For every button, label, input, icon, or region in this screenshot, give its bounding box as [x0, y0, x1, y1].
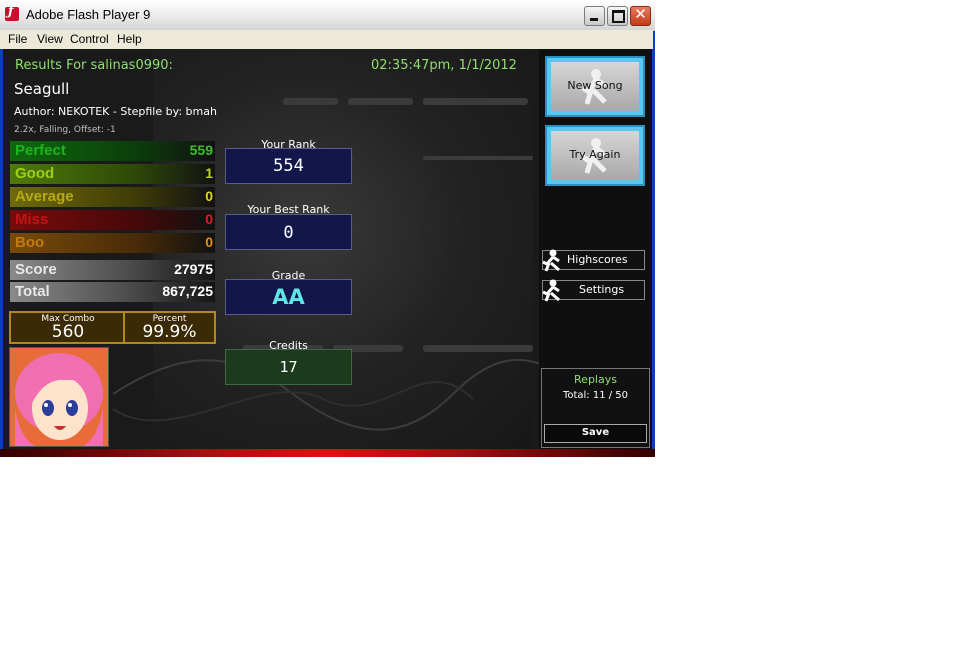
save-replay-button[interactable]: Save: [544, 424, 647, 443]
best-rank-box: 0: [225, 214, 352, 250]
highscores-label: Highscores: [567, 253, 628, 266]
anime-avatar-image: [15, 353, 103, 446]
bg-dash: [423, 98, 528, 105]
maximize-button[interactable]: [607, 6, 628, 26]
judge-label: Average: [15, 188, 74, 205]
your-rank-box: 554: [225, 148, 352, 184]
close-button[interactable]: ✕: [630, 5, 651, 26]
judge-label: Good: [15, 165, 55, 182]
judge-row-perfect: Perfect 559: [10, 141, 215, 161]
judge-label: Perfect: [15, 142, 66, 159]
maximize-icon: [612, 10, 625, 23]
flash-player-window: Adobe Flash Player 9 ✕ File View Control…: [0, 0, 655, 457]
score-value: 27975: [174, 261, 213, 277]
bg-dash: [283, 98, 338, 105]
judge-row-good: Good 1: [10, 164, 215, 184]
credits-box: 17: [225, 349, 352, 385]
judge-value: 0: [205, 234, 213, 250]
percent-value: 99.9%: [142, 322, 197, 342]
dancer-icon: [542, 279, 560, 302]
try-again-button[interactable]: Try Again: [545, 125, 645, 186]
best-rank-value: 0: [283, 223, 294, 243]
author-line: Author: NEKOTEK - Stepfile by: bmah: [14, 105, 217, 118]
new-song-button[interactable]: New Song: [545, 56, 645, 117]
save-replay-label: Save: [581, 427, 610, 438]
avatar: [9, 347, 109, 447]
try-again-button-face: Try Again: [551, 131, 639, 180]
menu-control[interactable]: Control: [70, 32, 109, 46]
judge-row-boo: Boo 0: [10, 233, 215, 253]
song-title: Seagull: [14, 80, 70, 98]
max-combo-value: 560: [51, 322, 85, 342]
credits-value: 17: [279, 358, 298, 376]
dancer-icon: [542, 249, 560, 272]
total-label: Total: [15, 283, 50, 300]
menu-file[interactable]: File: [8, 32, 27, 46]
minimize-button[interactable]: [584, 6, 605, 26]
flash-app-icon: [5, 4, 19, 21]
replays-total: Total: 11 / 50: [562, 390, 629, 401]
percent-box: Percent 99.9%: [123, 311, 216, 344]
judge-value: 0: [205, 188, 213, 204]
try-again-label: Try Again: [569, 148, 621, 161]
total-row: Total 867,725: [10, 282, 215, 302]
menu-view[interactable]: View: [37, 32, 63, 46]
close-icon: ✕: [634, 5, 647, 23]
bg-dash: [423, 156, 533, 160]
new-song-label: New Song: [567, 79, 623, 92]
score-label: Score: [15, 261, 57, 278]
judge-value: 1: [205, 165, 213, 181]
results-for-label: Results For salinas0990:: [15, 58, 173, 73]
results-datetime: 02:35:47pm, 1/1/2012: [371, 58, 517, 73]
replays-title: Replays: [574, 373, 617, 386]
settings-button[interactable]: Settings: [542, 279, 645, 302]
your-rank-value: 554: [273, 156, 304, 176]
window-bottom-strip: [0, 449, 655, 457]
settings-line: 2.2x, Falling, Offset: -1: [14, 125, 116, 135]
score-row: Score 27975: [10, 260, 215, 280]
grade-box: AA: [225, 279, 352, 315]
total-value: 867,725: [162, 283, 213, 299]
minimize-icon: [590, 18, 598, 21]
judge-value: 0: [205, 211, 213, 227]
title-bar[interactable]: Adobe Flash Player 9 ✕: [0, 0, 655, 31]
replays-panel: Replays Total: 11 / 50 Save: [541, 368, 650, 448]
menu-help[interactable]: Help: [117, 32, 142, 46]
grade-value: AA: [272, 285, 305, 309]
menu-bar: File View Control Help: [0, 30, 653, 49]
bg-dash: [348, 98, 413, 105]
window-title: Adobe Flash Player 9: [26, 7, 151, 22]
max-combo-box: Max Combo 560: [9, 311, 127, 344]
new-song-button-face: New Song: [551, 62, 639, 111]
judge-row-miss: Miss 0: [10, 210, 215, 230]
judge-label: Boo: [15, 234, 45, 251]
judge-row-average: Average 0: [10, 187, 215, 207]
bg-dash: [423, 345, 533, 352]
settings-label: Settings: [579, 283, 625, 296]
judge-label: Miss: [15, 211, 49, 228]
judge-value: 559: [189, 142, 213, 158]
results-stage: Results For salinas0990: 02:35:47pm, 1/1…: [3, 49, 652, 449]
highscores-button[interactable]: Highscores: [542, 249, 645, 272]
